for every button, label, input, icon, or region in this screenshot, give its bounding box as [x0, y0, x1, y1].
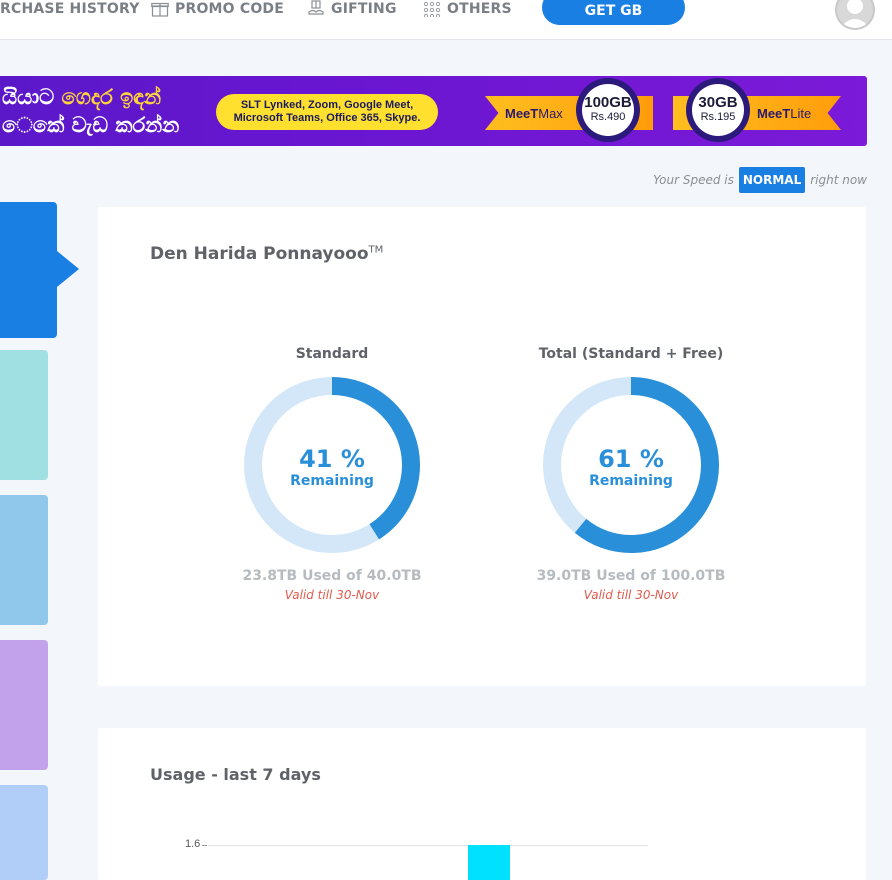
gauge-standard-percent: 41 %	[299, 445, 365, 473]
nav-purchase-history[interactable]: RCHASE HISTORY	[0, 0, 140, 18]
nav-promo-code[interactable]: PROMO CODE	[151, 0, 284, 18]
gauge-total-used: 39.0TB Used of 100.0TB	[536, 568, 726, 584]
offer-max-gb: 100GB	[584, 94, 632, 111]
user-silhouette-icon	[840, 0, 870, 28]
offer-badge-max: 100GB Rs.490	[576, 78, 640, 142]
side-tab-3[interactable]	[0, 495, 48, 625]
gift-hand-icon	[308, 0, 324, 15]
banner-apps-pill: SLT Lynked, Zoom, Google Meet, Microsoft…	[216, 94, 438, 130]
offer-lite-price: Rs.195	[700, 111, 736, 123]
banner-headline-1: යියාට ගෙදර ඉඳන්	[2, 85, 162, 109]
offer-badge-lite: 30GB Rs.195	[686, 78, 750, 142]
banner-pill-line-1: SLT Lynked, Zoom, Google Meet,	[240, 99, 414, 111]
trademark-mark: TM	[368, 244, 384, 256]
gauge-total-label: Total (Standard + Free)	[538, 346, 724, 362]
active-tab-arrow	[57, 251, 79, 287]
usage-bar[interactable]	[468, 845, 510, 880]
gauge-standard-used: 23.8TB Used of 40.0TB	[242, 568, 422, 584]
usage-gridline	[208, 845, 648, 846]
get-gb-button[interactable]: GET GB	[542, 0, 685, 25]
usage-y-tick: 1.6	[185, 838, 201, 850]
side-tab-2[interactable]	[0, 350, 48, 480]
side-tab-active[interactable]	[0, 202, 57, 338]
gauge-standard-valid: Valid till 30-Nov	[284, 588, 380, 602]
gauge-total-valid: Valid till 30-Nov	[583, 588, 679, 602]
banner-pill-line-2: Microsoft Teams, Office 365, Skype.	[233, 112, 421, 124]
avatar[interactable]	[835, 0, 875, 30]
gift-box-icon	[151, 2, 169, 17]
speed-status: Your Speed is NORMAL right now	[653, 167, 867, 193]
offer-max-price: Rs.490	[590, 111, 626, 123]
nav-gifting[interactable]: GIFTING	[307, 0, 397, 18]
nav-others[interactable]: OTHERS	[423, 0, 512, 18]
usage-y-tick-mark	[202, 845, 207, 846]
nav-others-label: OTHERS	[447, 1, 512, 17]
gauge-standard-remaining: Remaining	[290, 473, 374, 489]
speed-prefix: Your Speed is	[653, 173, 734, 187]
side-tab-5[interactable]	[0, 785, 48, 880]
offer-lite-gb: 30GB	[698, 94, 738, 111]
usage-title: Usage - last 7 days	[150, 765, 321, 784]
dots-grid-icon	[423, 1, 441, 17]
side-tab-4[interactable]	[0, 640, 48, 770]
account-name: Den Harida PonnayoooTM	[150, 244, 384, 264]
gauge-standard-center: 41 % Remaining	[232, 445, 432, 489]
gauge-total-percent: 61 %	[598, 445, 664, 473]
gauge-total-remaining: Remaining	[589, 473, 673, 489]
nav-gifting-label: GIFTING	[331, 1, 397, 17]
nav-promo-code-label: PROMO CODE	[175, 1, 285, 17]
usage-card: Usage - last 7 days 1.6	[98, 728, 866, 880]
gauge-standard-label: Standard	[295, 346, 369, 362]
speed-suffix: right now	[810, 173, 867, 187]
nav-purchase-history-label: RCHASE HISTORY	[0, 1, 140, 17]
banner-headline-2: ෙකේ වැඩ කරන්න	[2, 113, 180, 137]
top-nav: RCHASE HISTORY PROMO CODE GIFTING OTHERS…	[0, 0, 892, 40]
speed-badge: NORMAL	[738, 167, 806, 193]
summary-card: Den Harida PonnayoooTM Standard 41 % Rem…	[98, 207, 866, 686]
gauge-total-center: 61 % Remaining	[531, 445, 731, 489]
